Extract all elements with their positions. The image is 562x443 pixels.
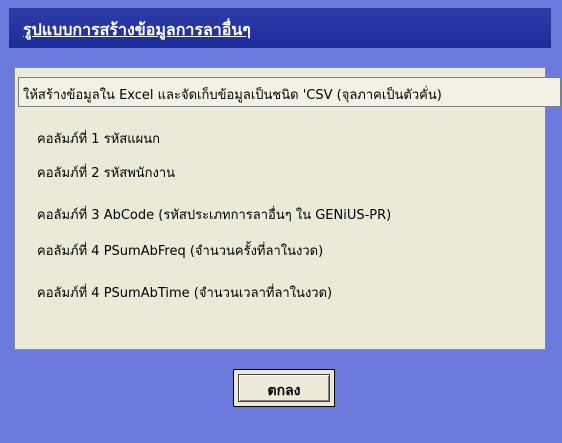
instructions-header-text: ให้สร้างข้อมูลใน Excel และจัดเก็บข้อมูลเ…: [23, 88, 442, 103]
dialog-title: รูปแบบการสร้างข้อมูลการลาอื่นๆ: [23, 20, 251, 39]
column-line-3: คอลัมภ์ที่ 3 AbCode (รหัสประเภทการลาอื่น…: [37, 208, 392, 223]
ok-button-frame[interactable]: ตกลง: [233, 369, 335, 407]
column-line-1: คอลัมภ์ที่ 1 รหัสแผนก: [37, 132, 160, 147]
column-line-4: คอลัมภ์ที่ 4 PSumAbFreq (จำนวนครั้งที่ลา…: [37, 244, 324, 259]
column-line-5: คอลัมภ์ที่ 4 PSumAbTime (จำนวนเวลาที่ลาใ…: [37, 286, 333, 301]
instructions-header: ให้สร้างข้อมูลใน Excel และจัดเก็บข้อมูลเ…: [18, 77, 561, 107]
dialog-window: รูปแบบการสร้างข้อมูลการลาอื่นๆ ให้สร้างข…: [0, 0, 562, 443]
dialog-title-bar[interactable]: รูปแบบการสร้างข้อมูลการลาอื่นๆ: [9, 8, 551, 48]
column-line-2: คอลัมภ์ที่ 2 รหัสพนักงาน: [37, 166, 176, 181]
ok-button[interactable]: ตกลง: [238, 374, 330, 402]
ok-button-label: ตกลง: [267, 383, 301, 399]
instructions-panel: ให้สร้างข้อมูลใน Excel และจัดเก็บข้อมูลเ…: [14, 67, 561, 350]
